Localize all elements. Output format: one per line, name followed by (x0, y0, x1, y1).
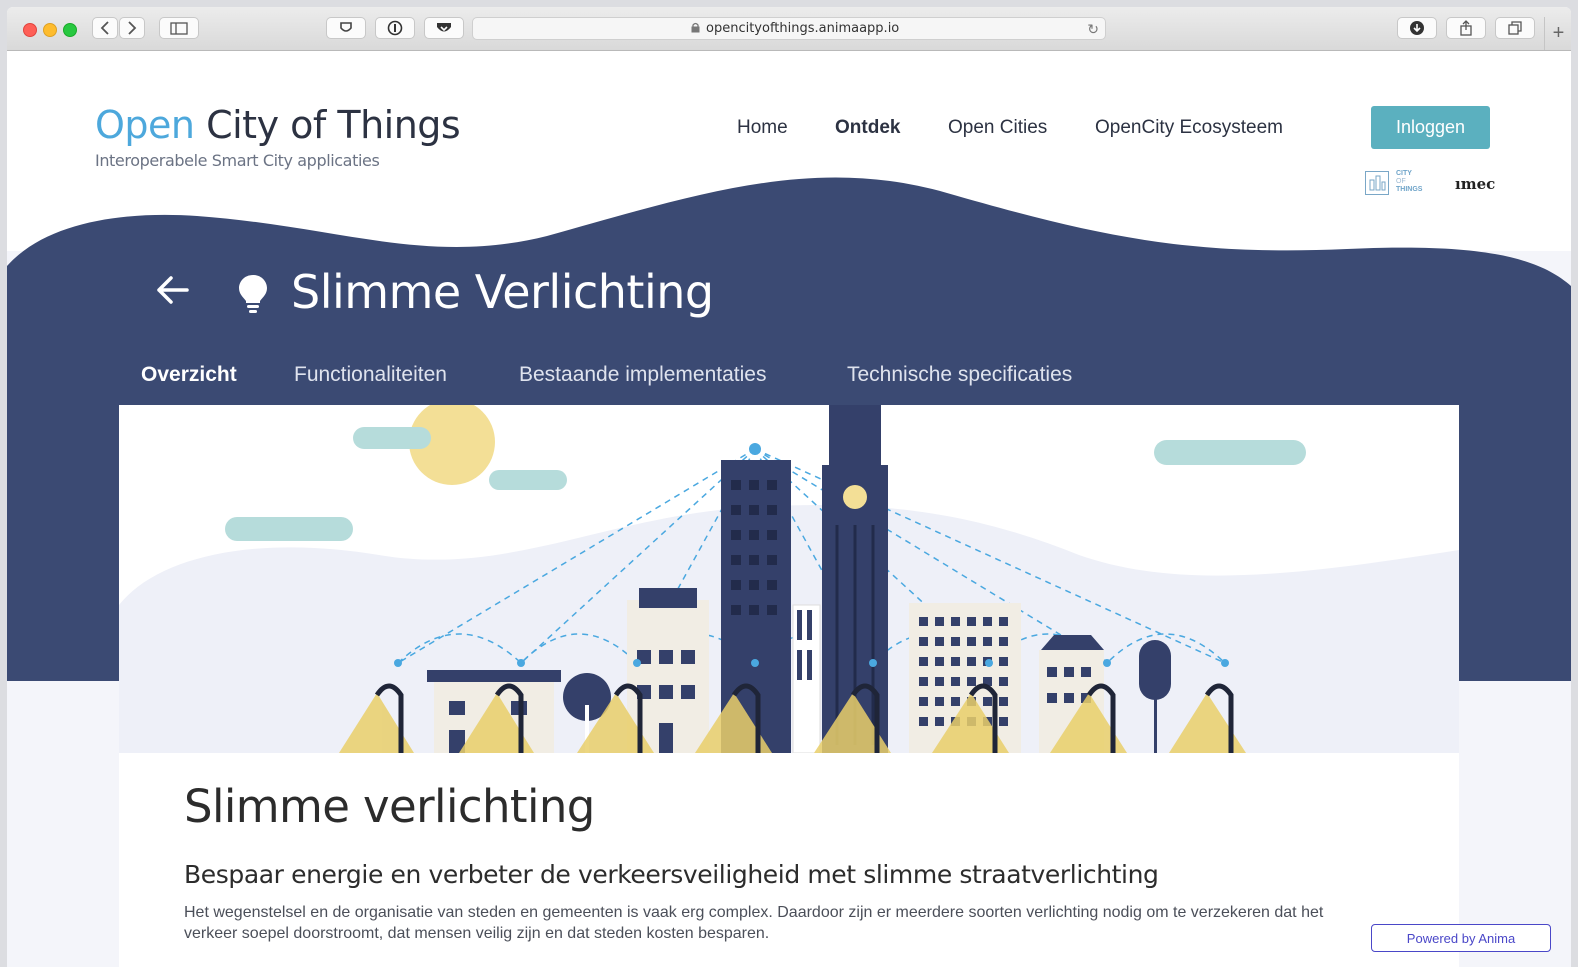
close-window-button[interactable] (23, 23, 37, 37)
password-manager-icon (387, 20, 403, 36)
browser-window: opencityofthings.animaapp.io ↻ + Open Ci… (7, 7, 1571, 967)
nav-item-open-cities[interactable]: Open Cities (948, 117, 1047, 139)
nav-item-ontdek[interactable]: Ontdek (835, 117, 900, 139)
site-logo[interactable]: Open City of Things (95, 103, 461, 147)
lock-icon (691, 22, 700, 33)
extension-button-1[interactable] (326, 17, 366, 39)
nav-item-home[interactable]: Home (737, 117, 788, 139)
nav-item-opencity-ecosysteem[interactable]: OpenCity Ecosysteem (1095, 117, 1283, 139)
page-title: Slimme Verlichting (291, 265, 714, 319)
share-icon (1460, 20, 1472, 36)
minimize-window-button[interactable] (43, 23, 57, 37)
chevron-right-icon (128, 21, 137, 35)
imec-logo: ımec (1455, 175, 1496, 193)
zoom-window-button[interactable] (63, 23, 77, 37)
city-of-things-wordmark: CITY OF THINGS (1396, 170, 1423, 193)
lightbulb-icon (239, 275, 267, 313)
downloads-button[interactable] (1397, 17, 1437, 39)
back-button[interactable] (92, 17, 118, 39)
logo-accent-text: Open (95, 103, 195, 147)
city-of-things-badge-icon (1365, 171, 1389, 195)
chevron-left-icon (100, 21, 109, 35)
login-button[interactable]: Inloggen (1371, 106, 1490, 149)
smart-city-illustration (119, 405, 1459, 753)
logo-main-text: City of Things (206, 103, 461, 147)
browser-toolbar: opencityofthings.animaapp.io ↻ + (7, 7, 1571, 51)
pocket-icon (437, 23, 451, 32)
content-paragraph: Het wegenstelsel en de organisatie van s… (184, 904, 1324, 942)
new-tab-button[interactable]: + (1544, 17, 1571, 50)
shield-extension-icon (340, 22, 352, 32)
tab-overzicht[interactable]: Overzicht (141, 363, 237, 387)
tabs-icon (1508, 21, 1522, 35)
reload-icon[interactable]: ↻ (1087, 21, 1099, 38)
forward-button[interactable] (119, 17, 145, 39)
city-of-things-logo: CITY OF THINGS (1365, 169, 1431, 197)
url-text: opencityofthings.animaapp.io (706, 21, 900, 36)
web-page: Open City of Things Interoperabele Smart… (7, 51, 1571, 967)
address-bar[interactable]: opencityofthings.animaapp.io ↻ (472, 17, 1106, 40)
tab-technische-specificaties[interactable]: Technische specificaties (847, 363, 1072, 387)
sidebar-icon (170, 21, 188, 35)
sidebar-toggle-button[interactable] (159, 17, 199, 39)
download-icon (1410, 21, 1424, 35)
site-tagline: Interoperabele Smart City applicaties (95, 151, 380, 170)
content-card: Slimme verlichting Bespaar energie en ve… (119, 405, 1459, 967)
tab-functionaliteiten[interactable]: Functionaliteiten (294, 363, 447, 387)
share-button[interactable] (1446, 17, 1486, 39)
extension-button-2[interactable] (375, 17, 415, 39)
arrow-left-icon[interactable] (153, 273, 193, 307)
content-subheading: Bespaar energie en verbeter de verkeersv… (184, 860, 1159, 889)
tab-bestaande-implementaties[interactable]: Bestaande implementaties (519, 363, 766, 387)
content-heading: Slimme verlichting (184, 780, 595, 833)
tabs-overview-button[interactable] (1495, 17, 1535, 39)
pocket-button[interactable] (424, 17, 464, 39)
powered-by-anima-badge[interactable]: Powered by Anima (1371, 924, 1551, 952)
